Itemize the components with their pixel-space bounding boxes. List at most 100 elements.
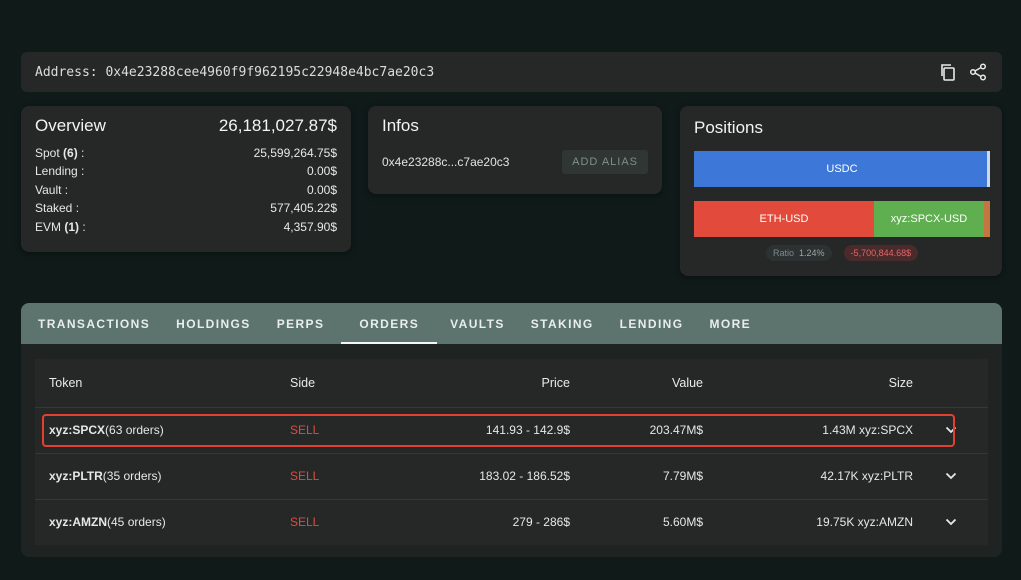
tab-bar: TRANSACTIONS HOLDINGS PERPS ORDERS VAULTS STA…	[21, 303, 1002, 344]
table-row[interactable]: xyz:AMZN(45 orders) SELL 279 - 286$ 5.60M$ 1…	[35, 498, 988, 545]
overview-total: 26,181,027.87$	[218, 116, 337, 135]
overview-row-label-text: Spot	[35, 146, 64, 160]
token-name: xyz:AMZN	[49, 515, 108, 530]
infos-card: Infos 0x4e23288c...c7ae20c3 ADD ALIAS	[368, 106, 662, 194]
price-cell: 141.93 - 142.9$	[370, 406, 570, 453]
overview-row-label: Lending :	[35, 162, 84, 180]
spcx-usd-label: xyz:SPCX-USD	[890, 213, 968, 225]
overview-row: EVM (1) : 4,357.90$	[35, 218, 337, 236]
perp-positions-bar: ETH-USD xyz:SPCX-USD	[694, 201, 990, 237]
overview-row-label: Spot (6) :	[35, 144, 84, 162]
tab-staking[interactable]: STAKING	[518, 303, 607, 344]
expand-cell[interactable]	[913, 498, 988, 545]
overview-title: Overview	[35, 116, 106, 135]
pnl-badge: -5,700,844.68$	[843, 245, 919, 261]
table-row[interactable]: xyz:PLTR(35 orders) SELL 183.02 - 186.52$ 7…	[35, 452, 988, 499]
tab-perps[interactable]: PERPS	[264, 303, 338, 344]
value-cell: 7.79M$	[570, 452, 703, 499]
other-segment	[984, 201, 990, 237]
overview-row: Spot (6) : 25,599,264.75$	[35, 144, 337, 162]
header-expand	[913, 359, 988, 407]
token-cell: xyz:AMZN(45 orders)	[35, 498, 260, 545]
tab-vaults[interactable]: VAULTS	[437, 303, 518, 344]
token-name: xyz:PLTR	[49, 469, 103, 483]
order-count: (63 orders)	[105, 423, 164, 437]
header-token: Token	[49, 375, 83, 390]
ratio-value: 1.24%	[799, 248, 825, 258]
overview-rows: Spot (6) :25,599,264.75$ Lending :0.00$ Va…	[35, 144, 337, 236]
tab-more[interactable]: MORE	[696, 303, 764, 344]
eth-usd-label: ETH-USD	[759, 213, 809, 225]
overview-row-value: 0.00$	[306, 164, 337, 179]
overview-card: Overview 26,181,027.87$ Spot (6) : 25,599…	[21, 106, 351, 252]
infos-short-address: 0x4e23288c...c7ae20c3	[382, 155, 510, 169]
token-name: xyz:SPCX	[49, 423, 106, 437]
price-cell: 279 - 286$	[370, 498, 570, 545]
chevron-down-icon[interactable]	[945, 515, 957, 529]
size-cell: 1.43M xyz:SPCX	[703, 406, 913, 453]
overview-row-value: 577,405.22$	[270, 201, 337, 216]
orders-table: Token Side Price Value Size xyz:SPCX(63 …	[35, 359, 988, 545]
usdc-bar-edge	[987, 151, 990, 187]
share-icon[interactable]	[968, 62, 988, 82]
overview-row-label-text: Lending :	[35, 164, 85, 179]
tab-orders[interactable]: ORDERS	[341, 303, 437, 344]
table-row[interactable]: xyz:SPCX(63 orders) SELL 141.93 - 142.9$ 20…	[35, 406, 988, 453]
size-cell: 42.17K xyz:PLTR	[703, 452, 913, 499]
side-cell: SELL	[260, 498, 370, 545]
page: Address: 0x4e23288cee4960f9f962195c22948…	[0, 0, 1021, 580]
positions-badges: Ratio 1.24% -5,700,844.68$	[766, 245, 919, 261]
overview-row-label-text: Vault :	[35, 182, 69, 197]
overview-row: Staked : 577,405.22$	[35, 199, 337, 217]
price-cell: 183.02 - 186.52$	[370, 452, 570, 499]
expand-cell[interactable]	[913, 452, 988, 499]
overview-row: Lending : 0.00$	[35, 162, 337, 180]
overview-row-count: (6)	[63, 146, 78, 160]
value-cell: 5.60M$	[570, 498, 703, 545]
ratio-badge: Ratio 1.24%	[766, 245, 832, 261]
overview-row-label-text: Staked :	[35, 201, 80, 216]
tab-transactions[interactable]: TRANSACTIONS	[25, 303, 163, 344]
spcx-usd-segment: xyz:SPCX-USD	[874, 201, 984, 237]
header-value: Value	[671, 375, 703, 390]
overview-row-label-text: EVM	[35, 219, 65, 234]
copy-icon[interactable]	[938, 62, 958, 82]
infos-title: Infos	[382, 116, 419, 135]
header-size: Size	[888, 375, 913, 390]
overview-row-label: Vault :	[35, 181, 68, 199]
overview-row: Vault : 0.00$	[35, 181, 337, 199]
ratio-label: Ratio	[773, 248, 795, 258]
order-count: (35 orders)	[102, 469, 162, 483]
overview-row-label-suffix: :	[77, 146, 85, 160]
header-price: Price	[541, 375, 570, 390]
tab-lending[interactable]: LENDING	[607, 303, 697, 344]
overview-row-count: (1)	[64, 219, 80, 234]
expand-cell[interactable]	[913, 406, 988, 453]
chevron-down-icon[interactable]	[945, 423, 957, 437]
orders-table-body: xyz:SPCX(63 orders) SELL 141.93 - 142.9$ 20…	[35, 406, 988, 545]
usdc-label: USDC	[826, 163, 858, 175]
address-bar: Address: 0x4e23288cee4960f9f962195c22948…	[21, 52, 1002, 92]
eth-usd-segment: ETH-USD	[694, 201, 874, 237]
overview-row-value: 4,357.90$	[283, 219, 337, 234]
tab-holdings[interactable]: HOLDINGS	[163, 303, 264, 344]
size-cell: 19.75K xyz:AMZN	[703, 498, 913, 545]
overview-row-value: 25,599,264.75$	[253, 146, 337, 160]
token-cell: xyz:SPCX(63 orders)	[35, 406, 260, 453]
overview-row-label: EVM (1) :	[35, 218, 86, 236]
add-alias-button[interactable]: ADD ALIAS	[562, 150, 648, 174]
positions-title: Positions	[694, 118, 763, 137]
orders-table-wrap: Token Side Price Value Size xyz:SPCX(63 …	[35, 359, 988, 545]
table-header-row: Token Side Price Value Size	[35, 359, 988, 407]
side-cell: SELL	[260, 406, 370, 453]
side-cell: SELL	[260, 452, 370, 499]
order-count: (45 orders)	[107, 515, 166, 530]
overview-row-label-suffix: :	[79, 219, 86, 234]
orders-panel: TRANSACTIONS HOLDINGS PERPS ORDERS VAULTS STA…	[21, 303, 1002, 557]
header-side: Side	[290, 375, 316, 390]
value-cell: 203.47M$	[570, 406, 703, 453]
overview-row-value: 0.00$	[306, 182, 337, 197]
address-text: Address: 0x4e23288cee4960f9f962195c22948…	[35, 64, 435, 80]
chevron-down-icon[interactable]	[945, 469, 957, 483]
token-cell: xyz:PLTR(35 orders)	[35, 452, 260, 499]
